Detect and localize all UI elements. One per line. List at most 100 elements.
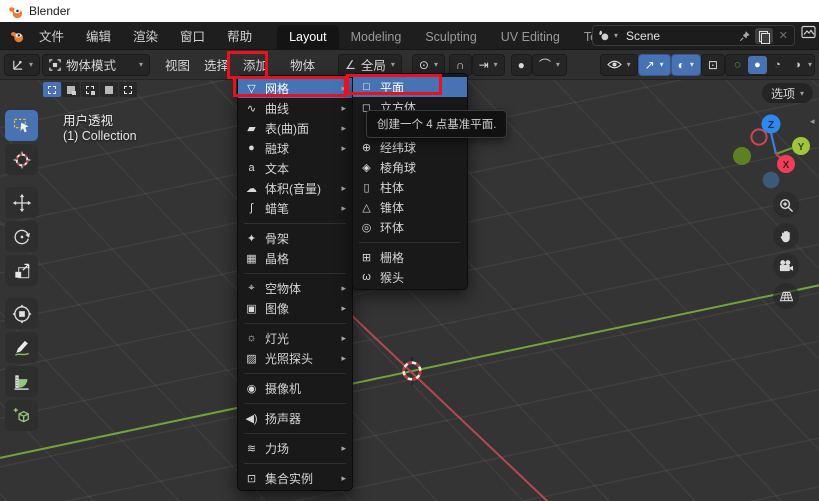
add-menu-item-curve[interactable]: ∿曲线▸ <box>238 98 352 118</box>
tool-move[interactable] <box>5 187 38 218</box>
tool-annotate[interactable] <box>5 332 38 363</box>
overlays-toggle[interactable]: ◐ ▾ <box>671 54 701 76</box>
shading-rendered-button[interactable]: ◑ <box>788 56 807 74</box>
workspace-tab-modeling[interactable]: Modeling <box>339 25 414 50</box>
add-menu-item-volume[interactable]: ☁体积(音量)▸ <box>238 178 352 198</box>
tool-measure[interactable] <box>5 366 38 397</box>
mesh-submenu-item-cylinder[interactable]: ▯ 柱体 <box>353 177 467 197</box>
mesh-submenu-item-plane[interactable]: □平面 <box>353 77 467 97</box>
proportional-editing-toggle[interactable]: ● <box>511 54 532 76</box>
file-menu[interactable]: 文件 <box>28 26 75 45</box>
select-mode-extend[interactable] <box>62 82 80 97</box>
add-menu-item-collection-instance[interactable]: ⊡集合实例▸ <box>238 468 352 488</box>
add-menu-item-armature[interactable]: ✦骨架 <box>238 228 352 248</box>
ico-sphere-icon: ◈ <box>359 161 374 174</box>
add-menu-item-speaker[interactable]: ◀)扬声器 <box>238 408 352 428</box>
falloff-select[interactable]: ⌒ ▾ <box>532 54 567 76</box>
pin-icon[interactable] <box>739 30 751 42</box>
cylinder-icon: ▯ <box>359 181 374 194</box>
tool-cursor[interactable] <box>5 144 38 175</box>
add-menu-item-label: 力场 <box>265 440 289 457</box>
shading-material-button[interactable]: ◔ <box>768 56 787 74</box>
tool-rotate[interactable] <box>5 221 38 252</box>
help-menu[interactable]: 帮助 <box>216 26 263 45</box>
add-menu-sep <box>238 268 352 278</box>
chevron-down-icon[interactable]: ▾ <box>808 60 812 69</box>
scene-name[interactable]: Scene <box>622 29 735 43</box>
mesh-submenu-item-ico-sphere[interactable]: ◈棱角球 <box>353 157 467 177</box>
add-menu-item-metaball[interactable]: ●融球▸ <box>238 138 352 158</box>
view-layer-selector[interactable]: ▾ <box>801 25 819 39</box>
gizmos-toggle[interactable]: ↗ ▾ <box>638 54 671 76</box>
camera-view-button[interactable] <box>773 253 799 279</box>
chevron-down-icon: ▾ <box>494 60 498 69</box>
unlink-scene-button[interactable]: ✕ <box>777 29 790 42</box>
add-menu-item-label: 图像 <box>265 300 289 317</box>
submenu-arrow-icon: ▸ <box>341 303 346 314</box>
mesh-submenu-item-uv-sphere[interactable]: ⊕经纬球 <box>353 137 467 157</box>
xray-toggle[interactable]: ⊡ <box>701 54 725 76</box>
select-mode-intersect[interactable] <box>119 82 137 97</box>
mesh-submenu-item-cone[interactable]: △锥体 <box>353 197 467 217</box>
mesh-submenu-item-label: 柱体 <box>380 179 404 196</box>
add-menu-item-label: 光照探头 <box>265 350 313 367</box>
tool-select-box[interactable] <box>5 110 38 141</box>
add-menu-item-light[interactable]: ☼灯光▸ <box>238 328 352 348</box>
scene-browse-icon[interactable] <box>597 29 610 42</box>
zoom-button[interactable] <box>773 192 799 218</box>
edit-menu[interactable]: 编辑 <box>75 26 122 45</box>
mesh-submenu-item-monkey[interactable]: ω猴头 <box>353 267 467 287</box>
add-menu-item-mesh[interactable]: ▽网格▸ <box>238 78 352 98</box>
chevron-down-icon[interactable]: ▾ <box>614 31 618 40</box>
shading-solid-button[interactable]: ● <box>748 56 767 74</box>
tool-transform[interactable] <box>5 298 38 329</box>
tool-scale[interactable] <box>5 255 38 286</box>
add-menu-item-grease-pencil[interactable]: ʃ蜡笔▸ <box>238 198 352 218</box>
add-menu-item-label: 体积(音量) <box>265 180 321 197</box>
window-title: Blender <box>29 4 70 18</box>
editor-type-button[interactable]: ▾ <box>4 54 40 76</box>
shading-wireframe-button[interactable]: ◌ <box>728 56 747 74</box>
toggle-perspective-button[interactable] <box>773 283 799 309</box>
select-menu[interactable]: 选择 <box>197 55 236 74</box>
object-menu[interactable]: 物体 <box>283 55 322 74</box>
blender-menu-icon[interactable] <box>6 29 28 43</box>
add-menu-item-force-field[interactable]: ≋力场▸ <box>238 438 352 458</box>
light-probe-icon: ▨ <box>244 352 259 365</box>
add-menu-button[interactable]: 添加 <box>236 55 275 74</box>
new-scene-button[interactable] <box>755 28 773 44</box>
add-menu-item-lattice[interactable]: ▦晶格 <box>238 248 352 268</box>
snap-target-select[interactable]: ⇥ ▾ <box>472 54 505 76</box>
workspace-tab-sculpting[interactable]: Sculpting <box>413 25 488 50</box>
select-mode-invert[interactable] <box>100 82 118 97</box>
workspace-tab-layout[interactable]: Layout <box>277 25 339 50</box>
chevron-down-icon: ▾ <box>556 60 560 69</box>
mesh-submenu-item-grid[interactable]: ⊞栅格 <box>353 247 467 267</box>
add-menu-item-light-probe[interactable]: ▨ 光照探头 ▸ <box>238 348 352 368</box>
visibility-dropdown[interactable]: ▾ <box>600 54 638 76</box>
tool-add-cube[interactable] <box>5 400 38 431</box>
pan-hand-button[interactable] <box>773 223 799 249</box>
workspace-tab-uv-editing[interactable]: UV Editing <box>489 25 572 50</box>
add-menu-item-empty[interactable]: ⌖空物体▸ <box>238 278 352 298</box>
options-dropdown[interactable]: 选项 ▾ <box>762 83 813 103</box>
render-menu[interactable]: 渲染 <box>122 26 169 45</box>
add-menu-item-text[interactable]: a文本 <box>238 158 352 178</box>
mesh-submenu-item-torus[interactable]: ◎环体 <box>353 217 467 237</box>
navigation-gizmo[interactable]: Z Y X <box>731 104 813 194</box>
options-label: 选项 <box>771 85 795 102</box>
select-mode-new[interactable] <box>43 82 61 97</box>
add-menu-item-image[interactable]: ▣图像▸ <box>238 298 352 318</box>
scene-selector[interactable]: ▾ Scene ✕ <box>592 25 795 46</box>
mode-select[interactable]: 物体模式 ▾ <box>42 54 150 76</box>
submenu-arrow-icon: ▸ <box>341 353 346 364</box>
select-mode-subtract[interactable] <box>81 82 99 97</box>
submenu-arrow-icon: ▸ <box>341 203 346 214</box>
add-menu-sep <box>238 398 352 408</box>
window-menu[interactable]: 窗口 <box>169 26 216 45</box>
uv-sphere-icon: ⊕ <box>359 141 374 154</box>
sidebar-toggle-icon[interactable]: ◂ <box>810 116 815 127</box>
add-menu-item-surface[interactable]: ▰表(曲)面▸ <box>238 118 352 138</box>
view-menu[interactable]: 视图 <box>158 55 197 74</box>
add-menu-item-camera[interactable]: ◉摄像机 <box>238 378 352 398</box>
